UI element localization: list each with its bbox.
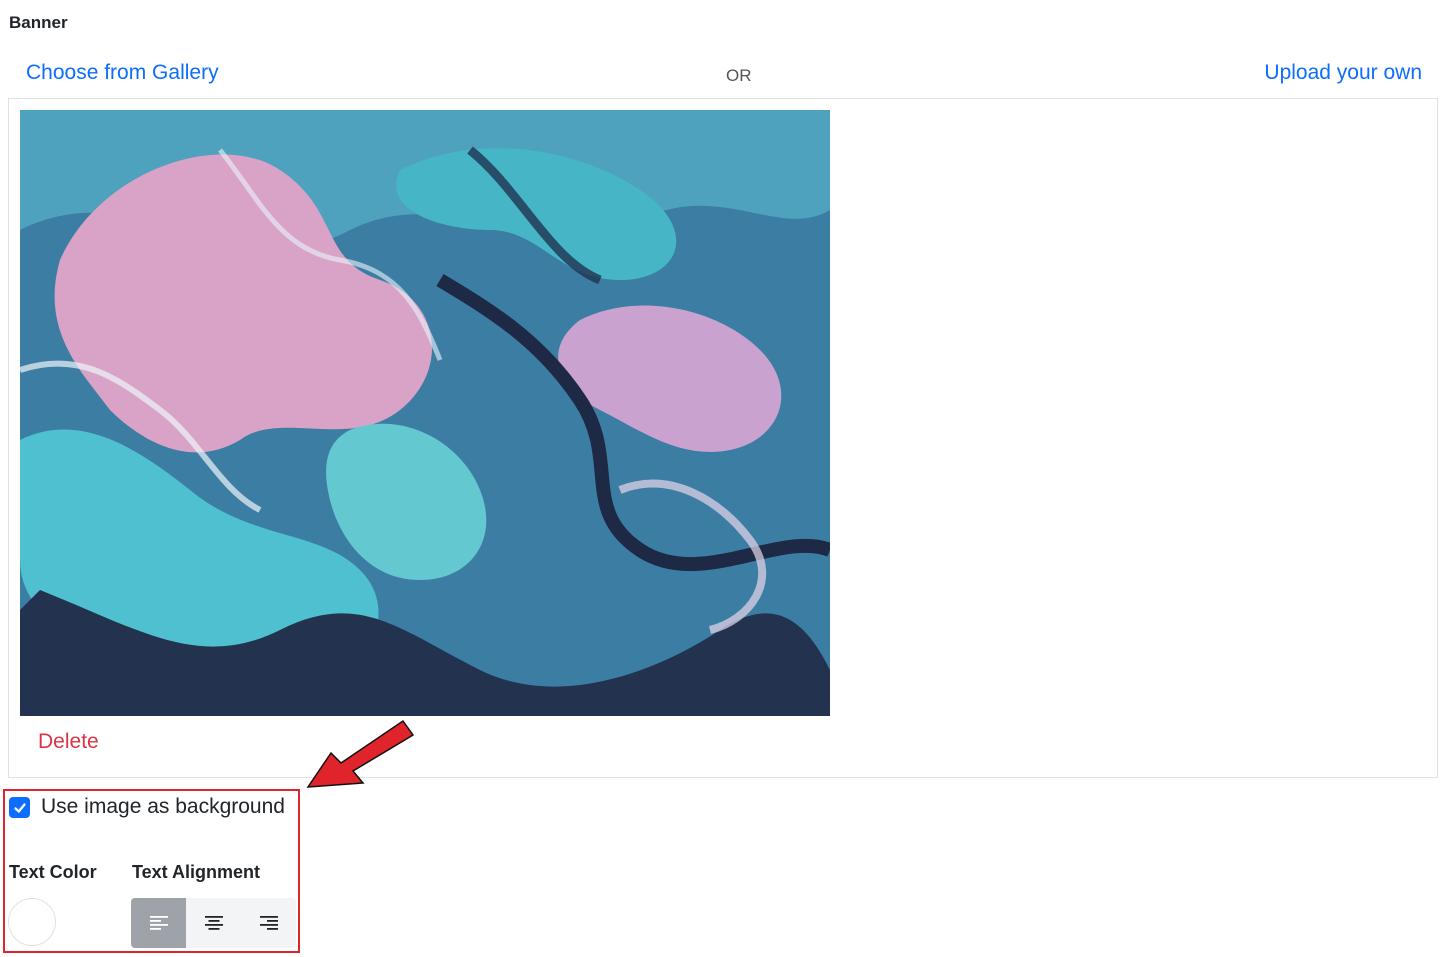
red-arrow-annotation	[306, 719, 415, 788]
align-right-button[interactable]	[241, 898, 296, 948]
text-alignment-group	[131, 898, 296, 948]
text-color-label: Text Color	[9, 862, 97, 882]
text-color-swatch[interactable]	[8, 898, 56, 946]
or-separator: OR	[726, 66, 752, 85]
use-image-background-checkbox[interactable]	[9, 797, 30, 818]
choose-from-gallery-link[interactable]: Choose from Gallery	[26, 61, 219, 85]
align-center-button[interactable]	[186, 898, 241, 948]
use-image-background-label: Use image as background	[41, 795, 285, 818]
banner-section-title: Banner	[9, 13, 68, 32]
text-alignment-label: Text Alignment	[132, 862, 261, 882]
upload-your-own-link[interactable]: Upload your own	[1264, 61, 1422, 85]
align-left-button[interactable]	[131, 898, 186, 948]
align-center-icon	[204, 916, 223, 930]
delete-button[interactable]: Delete	[38, 730, 99, 754]
align-right-icon	[259, 916, 278, 930]
align-left-icon	[149, 916, 168, 930]
banner-image	[20, 110, 830, 716]
